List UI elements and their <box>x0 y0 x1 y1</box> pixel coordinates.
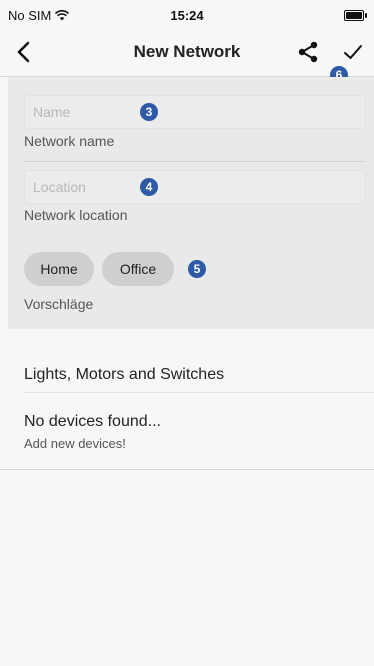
name-field[interactable] <box>24 95 366 129</box>
devices-section-header: Lights, Motors and Switches <box>24 366 225 383</box>
step-badge-5: 5 <box>188 260 206 278</box>
status-time: 15:24 <box>170 8 204 23</box>
list-divider <box>24 392 374 393</box>
location-helper-label: Network location <box>24 207 128 223</box>
field-divider <box>24 161 366 162</box>
name-input[interactable] <box>25 96 365 128</box>
status-bar: No SIM 15:24 <box>0 0 374 28</box>
add-devices-hint[interactable]: Add new devices! <box>24 436 126 451</box>
suggestion-chip-home[interactable]: Home <box>24 252 94 286</box>
suggestion-chip-office[interactable]: Office <box>102 252 174 286</box>
navigation-bar: New Network 6 <box>0 28 374 84</box>
suggestions-label: Vorschläge <box>24 296 94 312</box>
location-field[interactable] <box>24 170 366 204</box>
devices-section: Lights, Motors and Switches No devices f… <box>8 345 374 470</box>
battery-icon <box>344 10 367 21</box>
section-divider <box>0 469 374 470</box>
step-badge-3: 3 <box>140 103 158 121</box>
name-helper-label: Network name <box>24 133 115 149</box>
network-form: 3 Network name 4 Network location Home O… <box>8 77 374 329</box>
share-icon[interactable] <box>296 40 320 64</box>
no-devices-title: No devices found... <box>24 413 161 430</box>
checkmark-icon[interactable] <box>342 41 364 63</box>
step-badge-4: 4 <box>140 178 158 196</box>
location-input[interactable] <box>25 171 365 203</box>
new-network-screen: No SIM 15:24 New Network 6 Name 3 Networ… <box>0 0 374 666</box>
